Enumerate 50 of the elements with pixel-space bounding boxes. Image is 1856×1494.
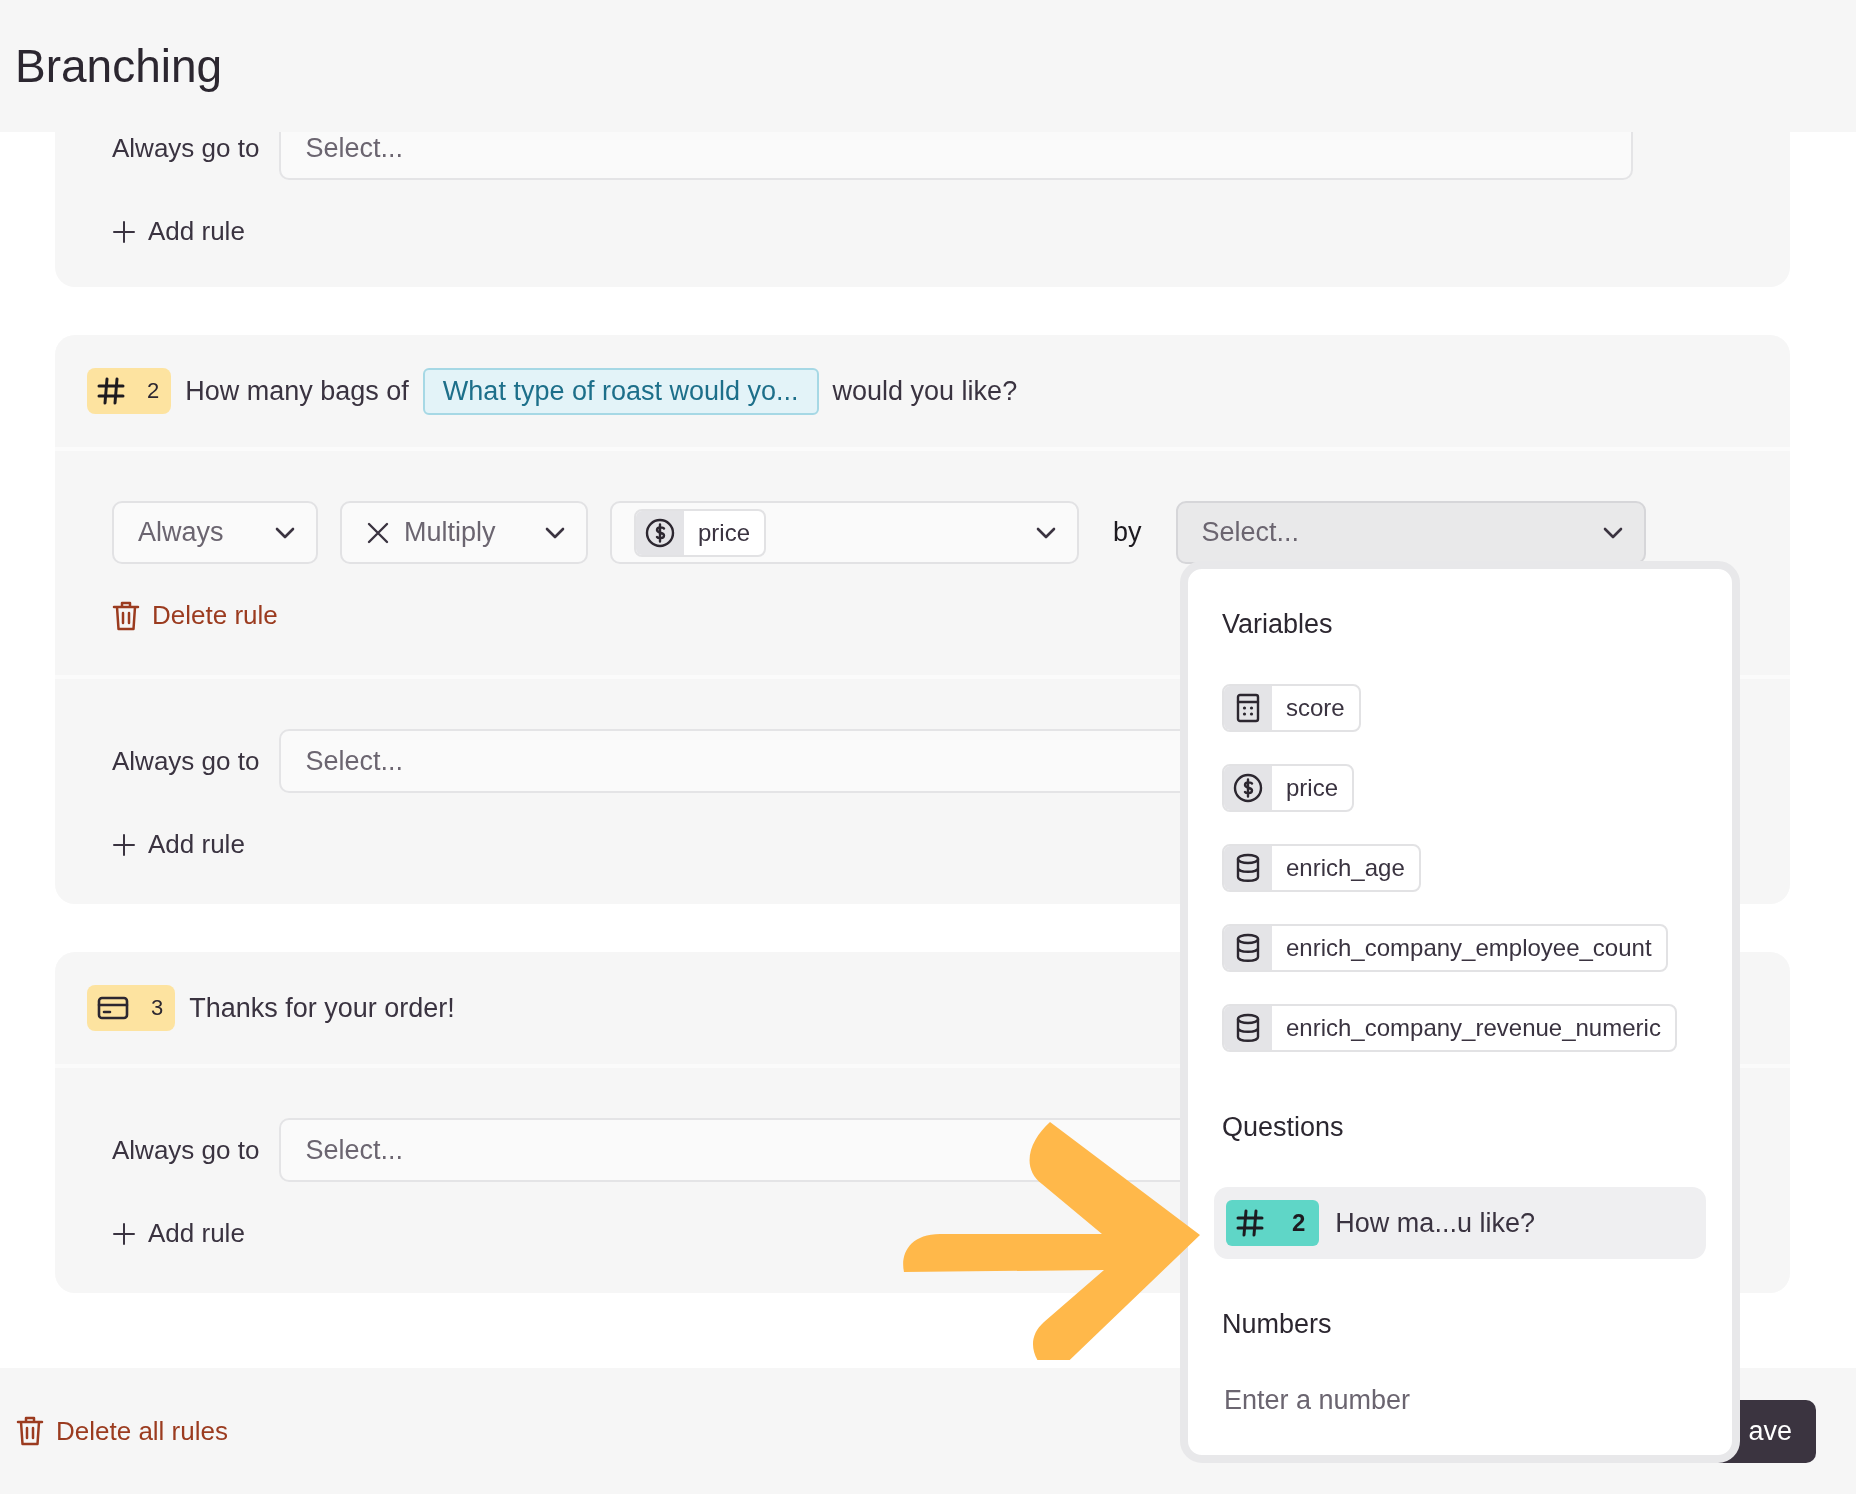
delete-rule-button[interactable]: Delete rule: [112, 600, 278, 631]
answer-reference-chip: What type of roast would yo...: [422, 367, 819, 415]
goto-label: Always go to: [112, 132, 260, 164]
variable-option[interactable]: price: [1222, 764, 1355, 812]
database-icon: [1236, 933, 1260, 963]
chevron-down-icon: [1035, 525, 1057, 540]
variable-chip: price: [634, 508, 767, 557]
number-input[interactable]: Enter a number: [1222, 1384, 1622, 1417]
plus-icon: [112, 219, 136, 244]
variable-option[interactable]: enrich_age: [1222, 844, 1421, 892]
variable-dropdown[interactable]: price: [610, 501, 1079, 564]
chevron-down-icon: [274, 525, 296, 540]
hash-icon: [1236, 1209, 1264, 1237]
condition-dropdown[interactable]: Always: [112, 501, 318, 564]
dollar-icon: [1233, 773, 1263, 803]
dollar-icon: [645, 517, 675, 548]
add-rule-button[interactable]: Add rule: [112, 829, 245, 860]
credit-card-icon: [97, 996, 129, 1020]
add-rule-button[interactable]: Add rule: [112, 1218, 245, 1249]
operation-dropdown[interactable]: Multiply: [340, 501, 588, 564]
hash-icon: [97, 377, 125, 405]
delete-all-rules-button[interactable]: Delete all rules: [16, 1415, 228, 1447]
section-heading: Numbers: [1222, 1309, 1333, 1340]
by-label: by: [1113, 517, 1142, 548]
trash-icon: [16, 1416, 44, 1446]
page-title: Branching: [15, 39, 223, 93]
question-text: would you like?: [832, 375, 1018, 407]
question-option[interactable]: 2 How ma...u like?: [1214, 1187, 1706, 1259]
database-icon: [1236, 1013, 1260, 1043]
goto-label: Always go to: [112, 1134, 260, 1166]
variable-option[interactable]: enrich_company_employee_count: [1222, 924, 1668, 972]
plus-icon: [112, 1221, 136, 1246]
add-rule-button[interactable]: Add rule: [112, 216, 245, 247]
value-dropdown[interactable]: Select...: [1175, 501, 1646, 564]
goto-label: Always go to: [112, 745, 260, 777]
section-heading: Variables: [1222, 609, 1334, 640]
question-text: How many bags of: [185, 375, 409, 407]
question-text: Thanks for your order!: [189, 992, 455, 1024]
multiply-icon: [366, 520, 390, 545]
calculator-icon: [1236, 693, 1260, 723]
question-badge: 3: [87, 985, 176, 1031]
chevron-down-icon: [544, 525, 566, 540]
question-badge: 2: [87, 368, 172, 414]
trash-icon: [112, 600, 140, 631]
plus-icon: [112, 832, 136, 857]
variable-option[interactable]: score: [1222, 684, 1361, 732]
goto-select[interactable]: Select...: [279, 132, 1634, 180]
chevron-down-icon: [1601, 525, 1624, 540]
database-icon: [1236, 853, 1260, 883]
variable-option[interactable]: enrich_company_revenue_numeric: [1222, 1004, 1677, 1052]
